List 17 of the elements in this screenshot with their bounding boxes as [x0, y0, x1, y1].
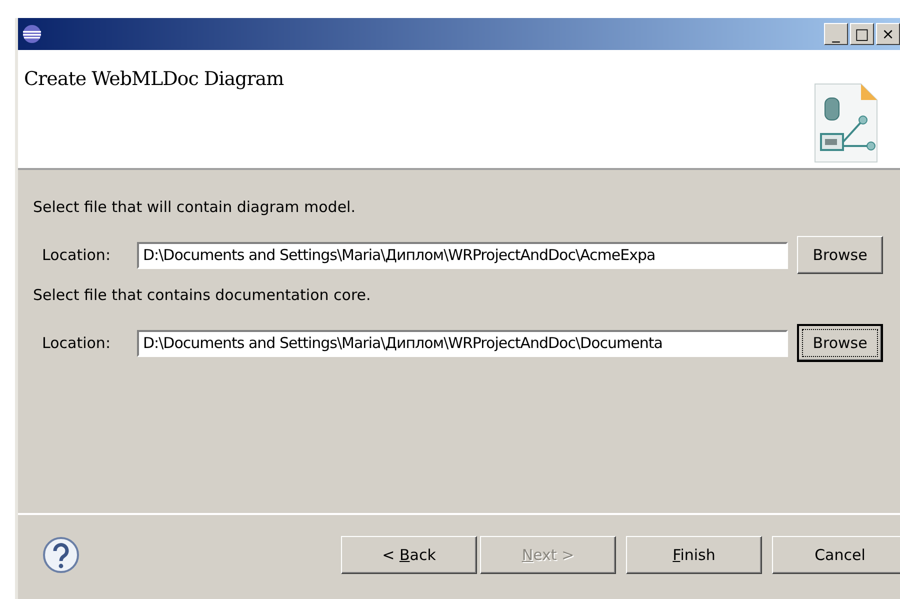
back-button[interactable]: < Back [341, 536, 477, 574]
close-button[interactable]: × [876, 23, 900, 45]
location-label: Location: [41, 246, 112, 264]
sphere-icon [22, 24, 42, 44]
browse-button[interactable]: Browse [797, 236, 883, 274]
instruction-text: Select file that will contain diagram model. [33, 198, 356, 218]
cancel-button[interactable]: Cancel [772, 536, 900, 574]
location-field[interactable]: D:\Documents and Settings\Maria\Диплом\WRProjectAndDoc\AcmeExpa [137, 242, 788, 268]
location-label: Location: [41, 334, 112, 352]
instruction-text: Select file that contains documentation core. [33, 286, 372, 306]
finish-button[interactable]: Finish [626, 536, 762, 574]
help-icon[interactable] [42, 536, 80, 574]
maximize-button[interactable]: □ [850, 23, 874, 45]
location-field[interactable]: D:\Documents and Settings\Maria\Диплом\WRProjectAndDoc\Documenta [137, 330, 788, 356]
browse-button[interactable]: Browse [797, 324, 883, 362]
minimize-button[interactable]: _ [824, 23, 848, 45]
dialog-title: Create WebMLDoc Diagram [24, 68, 284, 92]
